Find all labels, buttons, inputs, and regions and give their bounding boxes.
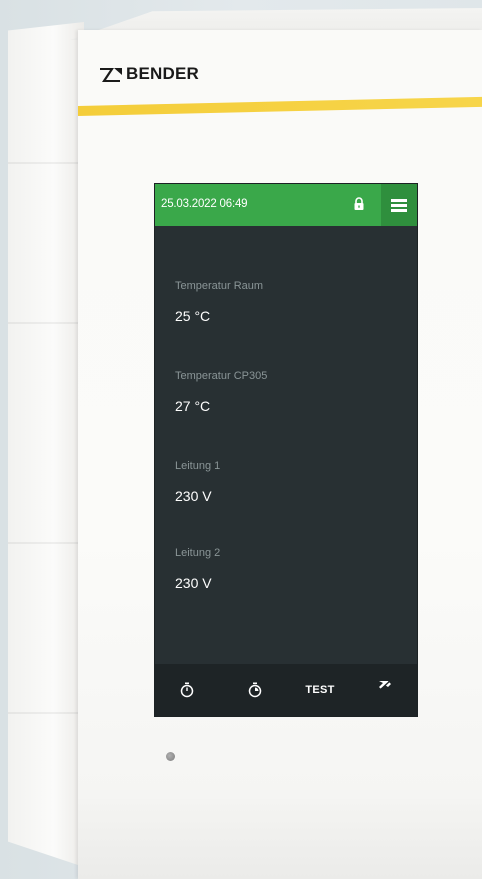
mute-horn-icon <box>378 679 392 692</box>
reading-item: Temperatur CP305 27 °C <box>175 370 267 414</box>
stopwatch-button[interactable] <box>177 680 197 700</box>
stopwatch-reset-icon <box>248 682 262 698</box>
reading-value: 27 °C <box>175 398 211 414</box>
device-side-panel <box>8 22 84 867</box>
reading-label: Leitung 1 <box>175 460 221 472</box>
reading-item: Leitung 1 230 V <box>175 460 220 504</box>
mute-button[interactable] <box>375 676 395 696</box>
reading-item: Leitung 2 230 V <box>175 547 220 591</box>
reading-value: 230 V <box>175 575 212 591</box>
reading-label: Leitung 2 <box>175 547 221 559</box>
yellow-accent-stripe <box>78 96 482 116</box>
brand-name: BENDER <box>126 64 199 83</box>
bender-logo-icon <box>100 68 122 82</box>
product-photo: BENDER 25.03.2022 06:49 Temperatur Raum … <box>0 0 482 879</box>
brand-logo: BENDER <box>100 64 199 84</box>
reading-label: Temperatur Raum <box>175 280 264 292</box>
device-bottom-band <box>78 799 482 879</box>
menu-button[interactable] <box>381 184 417 226</box>
stopwatch-reset-button[interactable] <box>245 680 265 700</box>
bottom-toolbar: TEST <box>155 664 417 716</box>
reading-label: Temperatur CP305 <box>175 370 268 382</box>
device-front-panel: BENDER 25.03.2022 06:49 Temperatur Raum … <box>78 30 482 879</box>
status-header: 25.03.2022 06:49 <box>155 184 417 226</box>
reading-value: 25 °C <box>175 308 211 324</box>
lock-icon <box>354 197 364 210</box>
status-led <box>166 752 175 761</box>
display-screen: 25.03.2022 06:49 Temperatur Raum 25 °C T… <box>155 184 417 716</box>
reading-value: 230 V <box>175 488 212 504</box>
datetime: 25.03.2022 06:49 <box>161 198 248 210</box>
stopwatch-icon <box>180 682 194 698</box>
hamburger-menu-icon <box>391 198 407 212</box>
reading-item: Temperatur Raum 25 °C <box>175 280 263 324</box>
test-button[interactable]: TEST <box>300 680 340 700</box>
